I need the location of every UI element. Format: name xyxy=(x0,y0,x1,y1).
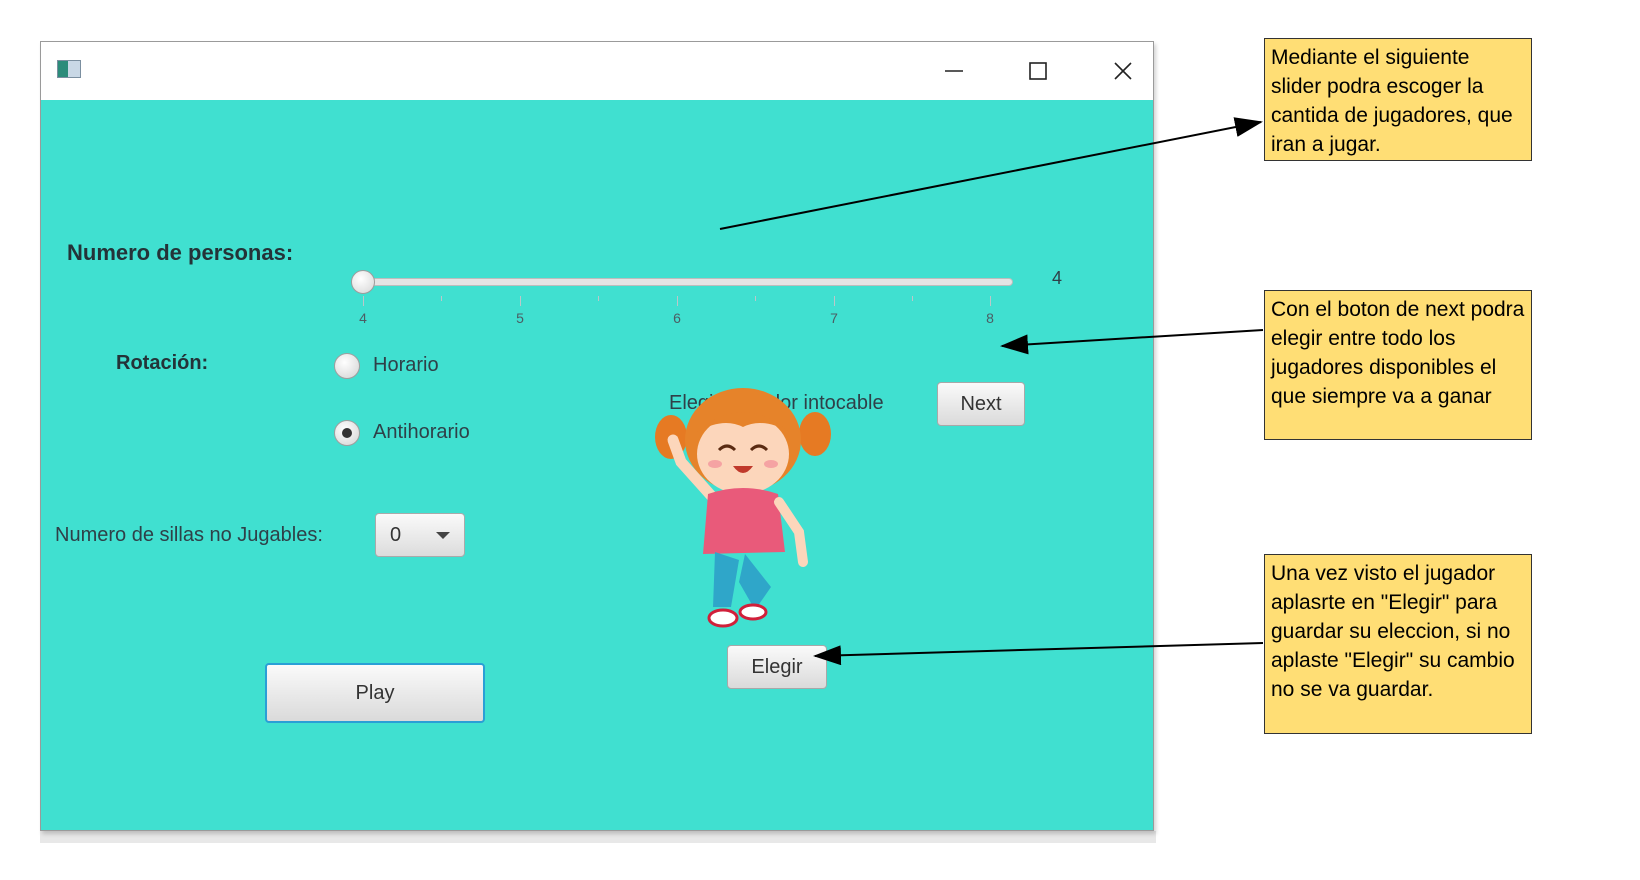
arrow-to-next-button xyxy=(1000,329,1264,355)
arrow-to-elegir-button xyxy=(813,642,1264,666)
annotation-arrows xyxy=(719,117,1264,666)
arrow-to-slider-note xyxy=(719,117,1263,230)
